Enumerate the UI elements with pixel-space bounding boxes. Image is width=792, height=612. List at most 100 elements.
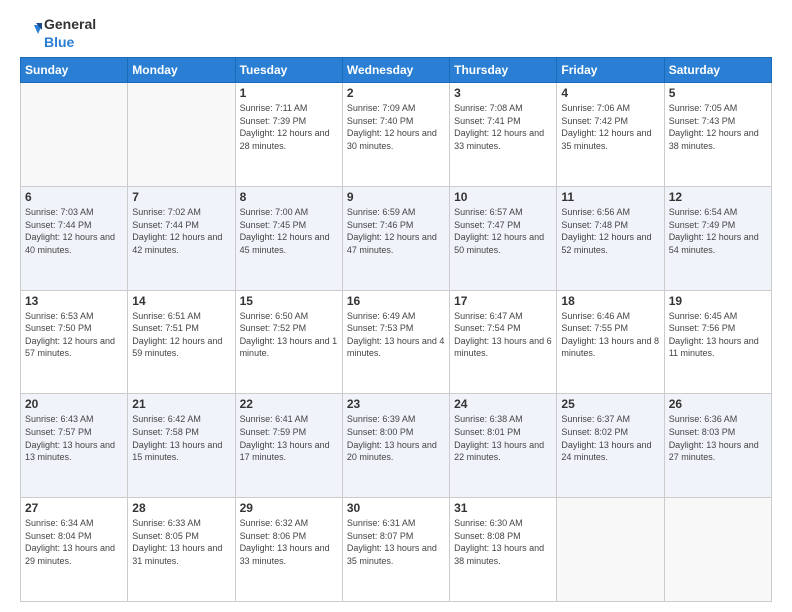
- table-row: [557, 498, 664, 602]
- day-info: Sunrise: 6:54 AM Sunset: 7:49 PM Dayligh…: [669, 206, 767, 256]
- table-row: 18Sunrise: 6:46 AM Sunset: 7:55 PM Dayli…: [557, 290, 664, 394]
- table-row: [664, 498, 771, 602]
- day-number: 2: [347, 86, 445, 100]
- page: General Blue Sunday Monday Tuesday Wedne…: [0, 0, 792, 612]
- table-row: 29 Sunrise: 6:32 AM Sunset: 8:06 PM Dayli…: [235, 498, 342, 602]
- day-info: Sunrise: 7:03 AM Sunset: 7:44 PM Dayligh…: [25, 206, 123, 256]
- day-number: 13: [25, 294, 123, 308]
- table-row: 24 Sunrise: 6:38 AM Sunset: 8:01 PM Dayli…: [450, 394, 557, 498]
- logo-general: General: [44, 16, 96, 32]
- day-info: Sunrise: 6:50 AM Sunset: 7:52 PM Dayligh…: [240, 310, 338, 360]
- day-number: 23: [347, 397, 445, 411]
- col-tuesday: Tuesday: [235, 58, 342, 83]
- day-info: Sunrise: 6:30 AM Sunset: 8:08 PM Dayligh…: [454, 517, 552, 567]
- day-info: Sunrise: 6:51 AM Sunset: 7:51 PM Dayligh…: [132, 310, 230, 360]
- day-info: Sunrise: 6:31 AM Sunset: 8:07 PM Dayligh…: [347, 517, 445, 567]
- day-number: 31: [454, 501, 552, 515]
- day-number: 10: [454, 190, 552, 204]
- day-info: Sunrise: 7:02 AM Sunset: 7:44 PM Dayligh…: [132, 206, 230, 256]
- calendar-week-1: 1Sunrise: 7:11 AM Sunset: 7:39 PM Daylig…: [21, 83, 772, 187]
- table-row: 22 Sunrise: 6:41 AM Sunset: 7:59 PM Dayli…: [235, 394, 342, 498]
- table-row: 30 Sunrise: 6:31 AM Sunset: 8:07 PM Dayli…: [342, 498, 449, 602]
- table-row: 20 Sunrise: 6:43 AM Sunset: 7:57 PM Dayli…: [21, 394, 128, 498]
- day-number: 17: [454, 294, 552, 308]
- table-row: 10 Sunrise: 6:57 AM Sunset: 7:47 PM Dayli…: [450, 186, 557, 290]
- day-info: Sunrise: 6:41 AM Sunset: 7:59 PM Dayligh…: [240, 413, 338, 463]
- day-info: Sunrise: 6:57 AM Sunset: 7:47 PM Dayligh…: [454, 206, 552, 256]
- table-row: [21, 83, 128, 187]
- day-info: Sunrise: 7:08 AM Sunset: 7:41 PM Dayligh…: [454, 102, 552, 152]
- table-row: 1Sunrise: 7:11 AM Sunset: 7:39 PM Daylig…: [235, 83, 342, 187]
- table-row: 9Sunrise: 6:59 AM Sunset: 7:46 PM Daylig…: [342, 186, 449, 290]
- day-info: Sunrise: 6:43 AM Sunset: 7:57 PM Dayligh…: [25, 413, 123, 463]
- day-number: 29: [240, 501, 338, 515]
- day-number: 19: [669, 294, 767, 308]
- day-number: 3: [454, 86, 552, 100]
- calendar-week-4: 20 Sunrise: 6:43 AM Sunset: 7:57 PM Dayli…: [21, 394, 772, 498]
- table-row: 15Sunrise: 6:50 AM Sunset: 7:52 PM Dayli…: [235, 290, 342, 394]
- col-monday: Monday: [128, 58, 235, 83]
- table-row: 2 Sunrise: 7:09 AM Sunset: 7:40 PM Daylig…: [342, 83, 449, 187]
- table-row: 4 Sunrise: 7:06 AM Sunset: 7:42 PM Daylig…: [557, 83, 664, 187]
- calendar-week-5: 27 Sunrise: 6:34 AM Sunset: 8:04 PM Dayli…: [21, 498, 772, 602]
- day-info: Sunrise: 6:53 AM Sunset: 7:50 PM Dayligh…: [25, 310, 123, 360]
- day-info: Sunrise: 6:37 AM Sunset: 8:02 PM Dayligh…: [561, 413, 659, 463]
- logo-bird-icon: [20, 23, 42, 45]
- day-number: 6: [25, 190, 123, 204]
- col-sunday: Sunday: [21, 58, 128, 83]
- day-number: 21: [132, 397, 230, 411]
- day-info: Sunrise: 7:09 AM Sunset: 7:40 PM Dayligh…: [347, 102, 445, 152]
- day-number: 9: [347, 190, 445, 204]
- table-row: 31 Sunrise: 6:30 AM Sunset: 8:08 PM Dayli…: [450, 498, 557, 602]
- table-row: 27 Sunrise: 6:34 AM Sunset: 8:04 PM Dayli…: [21, 498, 128, 602]
- day-info: Sunrise: 7:05 AM Sunset: 7:43 PM Dayligh…: [669, 102, 767, 152]
- table-row: 12Sunrise: 6:54 AM Sunset: 7:49 PM Dayli…: [664, 186, 771, 290]
- day-number: 22: [240, 397, 338, 411]
- calendar-week-2: 6 Sunrise: 7:03 AM Sunset: 7:44 PM Daylig…: [21, 186, 772, 290]
- table-row: 17Sunrise: 6:47 AM Sunset: 7:54 PM Dayli…: [450, 290, 557, 394]
- table-row: 26 Sunrise: 6:36 AM Sunset: 8:03 PM Dayli…: [664, 394, 771, 498]
- day-number: 26: [669, 397, 767, 411]
- day-number: 7: [132, 190, 230, 204]
- day-number: 30: [347, 501, 445, 515]
- calendar-week-3: 13 Sunrise: 6:53 AM Sunset: 7:50 PM Dayli…: [21, 290, 772, 394]
- day-info: Sunrise: 6:49 AM Sunset: 7:53 PM Dayligh…: [347, 310, 445, 360]
- table-row: 11Sunrise: 6:56 AM Sunset: 7:48 PM Dayli…: [557, 186, 664, 290]
- table-row: 8 Sunrise: 7:00 AM Sunset: 7:45 PM Daylig…: [235, 186, 342, 290]
- logo-blue: Blue: [44, 34, 74, 50]
- table-row: 16Sunrise: 6:49 AM Sunset: 7:53 PM Dayli…: [342, 290, 449, 394]
- calendar-header-row: Sunday Monday Tuesday Wednesday Thursday…: [21, 58, 772, 83]
- day-info: Sunrise: 6:32 AM Sunset: 8:06 PM Dayligh…: [240, 517, 338, 567]
- calendar-table: Sunday Monday Tuesday Wednesday Thursday…: [20, 57, 772, 602]
- col-thursday: Thursday: [450, 58, 557, 83]
- table-row: 25 Sunrise: 6:37 AM Sunset: 8:02 PM Dayli…: [557, 394, 664, 498]
- day-info: Sunrise: 6:34 AM Sunset: 8:04 PM Dayligh…: [25, 517, 123, 567]
- day-number: 25: [561, 397, 659, 411]
- header: General Blue: [20, 16, 772, 51]
- day-info: Sunrise: 7:06 AM Sunset: 7:42 PM Dayligh…: [561, 102, 659, 152]
- table-row: 21 Sunrise: 6:42 AM Sunset: 7:58 PM Dayli…: [128, 394, 235, 498]
- table-row: 3 Sunrise: 7:08 AM Sunset: 7:41 PM Daylig…: [450, 83, 557, 187]
- day-number: 20: [25, 397, 123, 411]
- col-saturday: Saturday: [664, 58, 771, 83]
- logo: General Blue: [20, 16, 96, 51]
- day-info: Sunrise: 6:39 AM Sunset: 8:00 PM Dayligh…: [347, 413, 445, 463]
- day-number: 4: [561, 86, 659, 100]
- table-row: 5Sunrise: 7:05 AM Sunset: 7:43 PM Daylig…: [664, 83, 771, 187]
- col-friday: Friday: [557, 58, 664, 83]
- day-info: Sunrise: 6:42 AM Sunset: 7:58 PM Dayligh…: [132, 413, 230, 463]
- day-number: 8: [240, 190, 338, 204]
- day-info: Sunrise: 6:38 AM Sunset: 8:01 PM Dayligh…: [454, 413, 552, 463]
- col-wednesday: Wednesday: [342, 58, 449, 83]
- day-info: Sunrise: 6:36 AM Sunset: 8:03 PM Dayligh…: [669, 413, 767, 463]
- day-number: 24: [454, 397, 552, 411]
- table-row: 7 Sunrise: 7:02 AM Sunset: 7:44 PM Daylig…: [128, 186, 235, 290]
- day-number: 27: [25, 501, 123, 515]
- table-row: 14Sunrise: 6:51 AM Sunset: 7:51 PM Dayli…: [128, 290, 235, 394]
- day-info: Sunrise: 7:00 AM Sunset: 7:45 PM Dayligh…: [240, 206, 338, 256]
- table-row: 19Sunrise: 6:45 AM Sunset: 7:56 PM Dayli…: [664, 290, 771, 394]
- logo-text: General Blue: [20, 16, 96, 51]
- table-row: [128, 83, 235, 187]
- table-row: 23 Sunrise: 6:39 AM Sunset: 8:00 PM Dayli…: [342, 394, 449, 498]
- table-row: 28Sunrise: 6:33 AM Sunset: 8:05 PM Dayli…: [128, 498, 235, 602]
